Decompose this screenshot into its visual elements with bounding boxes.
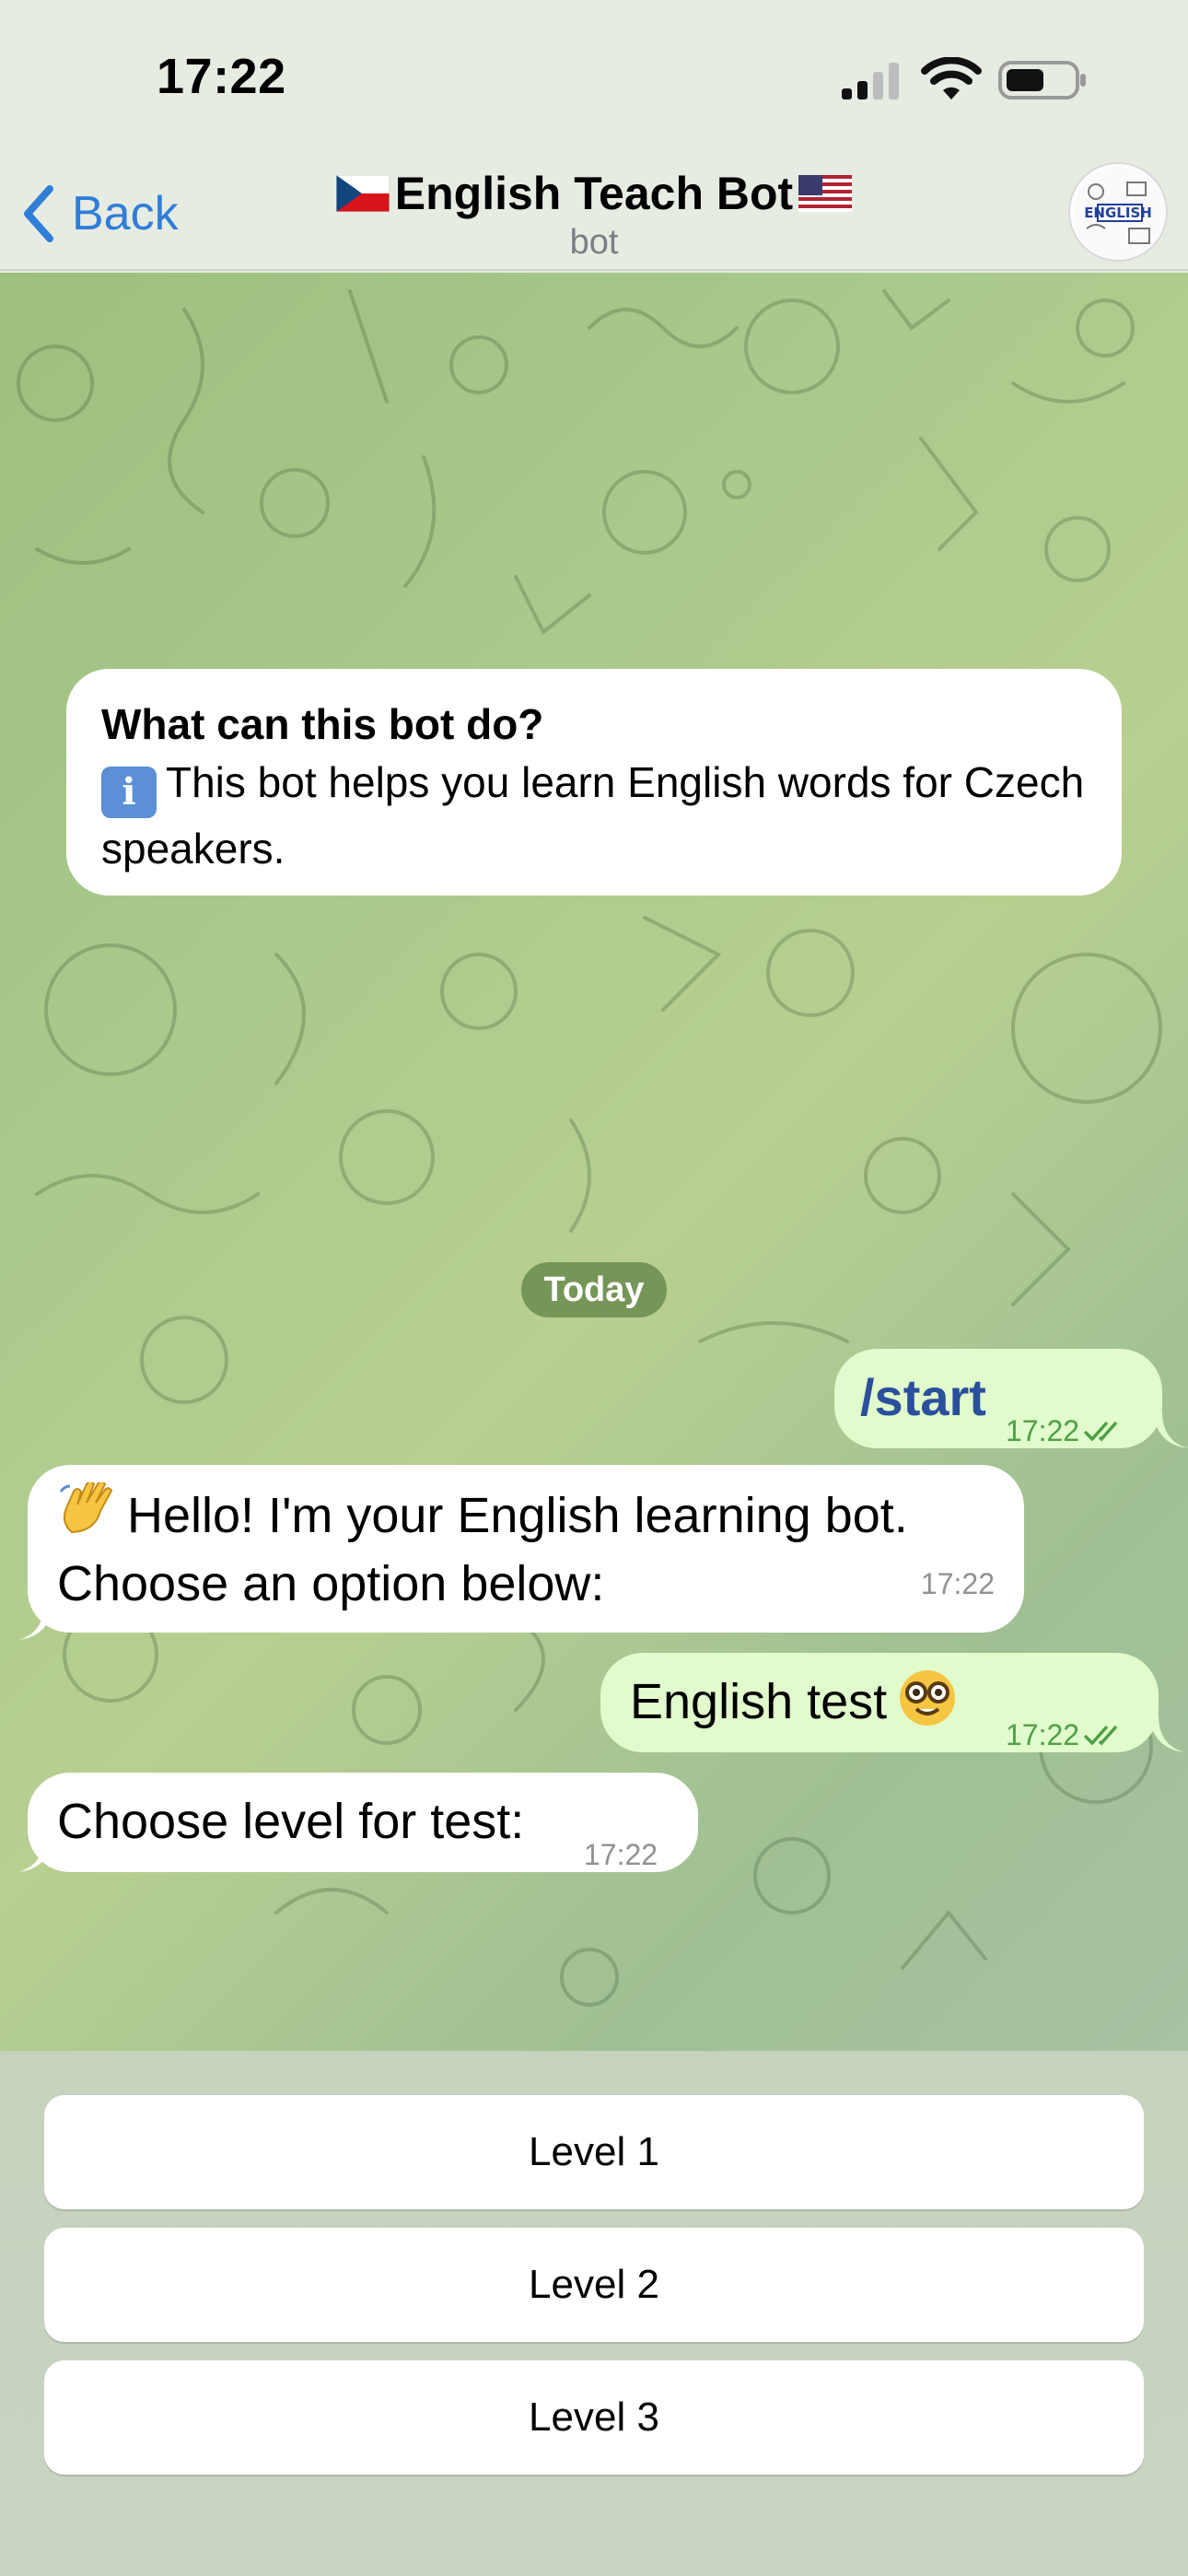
message-text: English test (630, 1674, 888, 1729)
chevron-left-icon (24, 185, 53, 242)
message-time: 17:22 (1006, 1718, 1080, 1751)
message-time: 17:22 (584, 1838, 658, 1871)
message-meta: 17:22 (1006, 1701, 1125, 1769)
command-text[interactable]: /start (860, 1364, 986, 1432)
message-text-row: English test (630, 1668, 957, 1736)
battery-icon (998, 61, 1086, 100)
wifi-icon (921, 57, 982, 100)
us-flag-icon (798, 175, 853, 212)
double-check-icon (1083, 1725, 1118, 1746)
back-button[interactable]: Back (18, 177, 203, 251)
bot-info-title: What can this bot do? (101, 700, 544, 748)
message-time: 17:22 (1006, 1414, 1080, 1447)
message-outgoing[interactable]: /start 17:22 (834, 1349, 1162, 1448)
info-icon: i (101, 767, 157, 818)
level-1-button[interactable]: Level 1 (44, 2095, 1144, 2209)
chat-title-area[interactable]: English Teach Bot bot (276, 160, 912, 263)
message-incoming[interactable]: Choose level for test: 17:22 (28, 1773, 698, 1872)
bot-info-card: What can this bot do? i This bot helps yo… (66, 669, 1122, 896)
waving-hand-icon (59, 1482, 113, 1534)
double-check-icon (1083, 1421, 1118, 1442)
chat-title: English Teach Bot (394, 168, 794, 219)
bubble-tail (1153, 1411, 1188, 1448)
bubble-tail (18, 1603, 53, 1640)
date-separator: Today (521, 1262, 667, 1317)
reply-keyboard: Level 1 Level 2 Level 3 (0, 2051, 1188, 2576)
message-time: 17:22 (920, 1567, 995, 1600)
czech-flag-icon (335, 175, 390, 212)
bot-info-text: This bot helps you learn English words f… (101, 758, 1085, 872)
bot-avatar[interactable]: ENGLISH (1068, 162, 1168, 262)
bot-info-body: i This bot helps you learn English words … (101, 752, 1087, 879)
status-bar: 17:22 (0, 0, 1188, 157)
cellular-signal-icon (842, 63, 899, 100)
message-outgoing[interactable]: English test 17:22 (600, 1653, 1159, 1752)
message-text: Hello! I'm your English learning bot. Ch… (57, 1488, 908, 1611)
avatar-label: ENGLISH (1084, 205, 1152, 221)
level-2-button[interactable]: Level 2 (44, 2228, 1144, 2342)
nerd-face-icon (900, 1670, 956, 1726)
bubble-tail (18, 1835, 53, 1872)
message-meta: 17:22 (1006, 1397, 1125, 1465)
chat-history[interactable]: What can this bot do? i This bot helps yo… (0, 273, 1188, 2051)
bubble-tail (1149, 1715, 1184, 1752)
status-time: 17:22 (157, 49, 286, 104)
chat-subtitle: bot (569, 223, 619, 262)
level-3-button[interactable]: Level 3 (44, 2360, 1144, 2475)
message-text: Choose level for test: (57, 1794, 525, 1849)
message-incoming[interactable]: Hello! I'm your English learning bot. Ch… (28, 1465, 1024, 1633)
back-label: Back (72, 187, 179, 240)
chat-header: Back English Teach Bot bot ENGLISH (0, 157, 1188, 271)
